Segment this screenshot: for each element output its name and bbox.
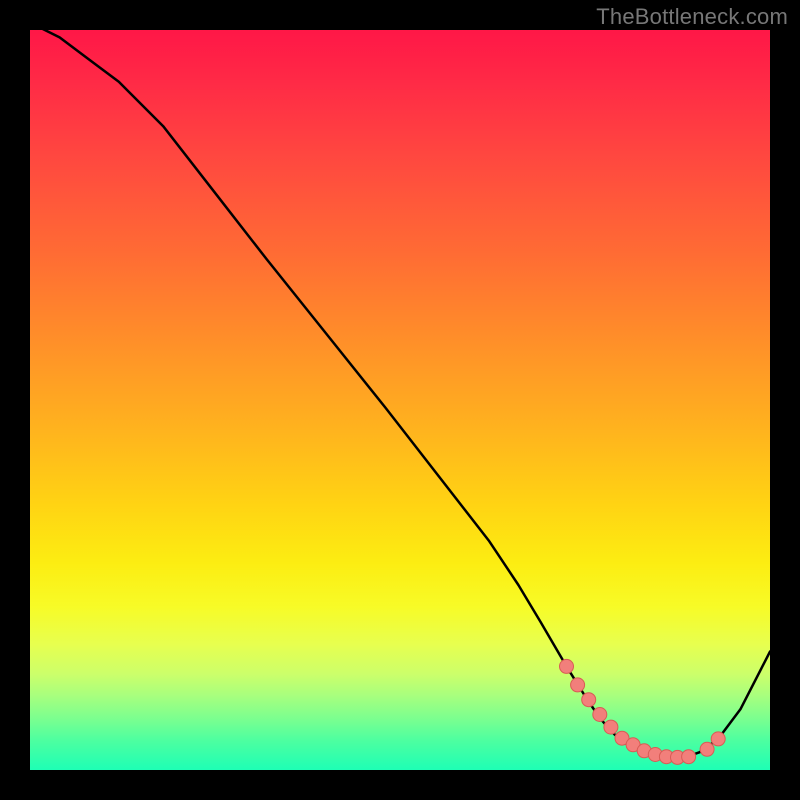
curve-layer [30, 30, 770, 770]
bottleneck-curve [30, 30, 770, 758]
trough-marker [560, 659, 574, 673]
watermark-text: TheBottleneck.com [596, 4, 788, 30]
trough-marker [682, 750, 696, 764]
trough-marker [571, 678, 585, 692]
plot-area [30, 30, 770, 770]
trough-marker [700, 742, 714, 756]
trough-marker [593, 708, 607, 722]
trough-marker [604, 720, 618, 734]
trough-marker [711, 732, 725, 746]
trough-marker [582, 693, 596, 707]
chart-stage: TheBottleneck.com [0, 0, 800, 800]
trough-markers [560, 659, 726, 764]
